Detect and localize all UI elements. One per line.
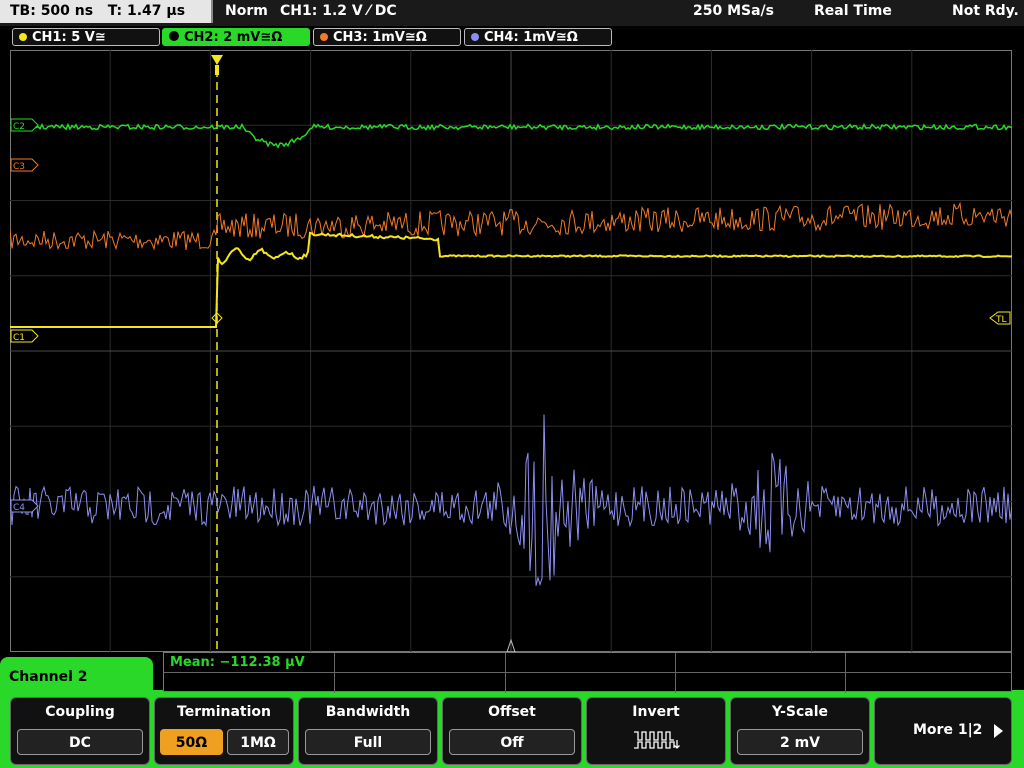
ch3-marker-label: C3 [13,162,25,172]
yscale-value-button[interactable]: 2 mV [737,729,863,755]
acquisition-mode[interactable]: Real Time [814,0,892,23]
status-bar: TB: 500 ns T: 1.47 µs Norm CH1: 1.2 V ⁄ … [0,0,1024,26]
channel-3-button[interactable]: CH3: 1mV≅Ω [313,28,461,46]
ch1-color-dot [19,33,27,41]
ch3-label: CH3: 1mV≅Ω [333,30,427,45]
acquisition-state: Not Rdy. [952,3,1019,19]
invert-softkey[interactable]: Invert [586,697,726,765]
invert-waveform-icon [634,731,680,749]
trigger-position-marker[interactable] [211,55,223,65]
ch1-label: CH1: 5 V≅ [32,30,106,45]
trigger-position-stem [215,65,219,75]
channel-2-button[interactable]: CH2: 2 mV≅Ω [162,28,310,46]
bandwidth-softkey[interactable]: Bandwidth Full [298,697,438,765]
channel-1-button[interactable]: CH1: 5 V≅ [12,28,160,46]
menu-title: Channel 2 [9,669,88,685]
ch2-color-dot [169,31,179,41]
yscale-softkey[interactable]: Y-Scale 2 mV [730,697,870,765]
ch1-ground-marker[interactable]: C1 [10,329,39,343]
meas-divider-4 [845,653,846,693]
ch1-marker-label: C1 [13,333,25,343]
coupling-title: Coupling [45,704,115,720]
ch2-ground-marker[interactable]: C2 [10,118,39,132]
termination-title: Termination [177,704,271,720]
trigger-level-marker[interactable]: TL [989,311,1011,325]
yscale-title: Y-Scale [771,704,828,720]
timebase-box[interactable]: TB: 500 ns T: 1.47 µs [0,0,213,23]
trigger-source[interactable]: CH1: 1.2 V ⁄ DC [280,0,397,23]
waveform-canvas: C2 C3 C1 C4 TL [10,50,1012,652]
ch3-color-dot [320,33,328,41]
ch4-label: CH4: 1mV≅Ω [484,30,578,45]
offset-value-button[interactable]: Off [449,729,575,755]
channel-4-button[interactable]: CH4: 1mV≅Ω [464,28,612,46]
more-softkey[interactable]: More 1|2 [874,697,1012,765]
graticule [10,50,1012,652]
trigger-mode[interactable]: Norm [225,0,268,23]
meas-divider-2 [505,653,506,693]
ch2-label: CH2: 2 mV≅Ω [184,30,283,45]
ch4-color-dot [471,33,479,41]
ch4-ground-marker[interactable]: C4 [10,499,39,513]
termination-1mohm-button[interactable]: 1MΩ [227,729,289,755]
measurement-mean: Mean: −112.38 µV [170,655,305,670]
invert-title: Invert [632,704,680,720]
termination-50ohm-button[interactable]: 50Ω [160,729,223,755]
ch2-marker-label: C2 [13,122,25,132]
ch4-marker-label: C4 [13,503,25,513]
meas-divider-h [164,672,1011,673]
coupling-value-button[interactable]: DC [17,729,143,755]
meas-divider-1 [334,653,335,693]
channel-bar: CH1: 5 V≅ CH2: 2 mV≅Ω CH3: 1mV≅Ω CH4: 1m… [0,26,1024,48]
trigger-level-label: TL [995,315,1007,325]
offset-softkey[interactable]: Offset Off [442,697,582,765]
meas-divider-3 [675,653,676,693]
timebase-value: TB: 500 ns [10,3,94,19]
trigger-time-value: T: 1.47 µs [107,3,186,19]
more-label: More 1|2 [913,722,983,738]
bandwidth-title: Bandwidth [325,704,411,720]
coupling-softkey[interactable]: Coupling DC [10,697,150,765]
offset-title: Offset [488,704,536,720]
ch3-ground-marker[interactable]: C3 [10,158,39,172]
termination-softkey[interactable]: Termination 50Ω 1MΩ [154,697,294,765]
measurement-panel[interactable]: Mean: −112.38 µV [163,652,1012,693]
next-page-icon [994,724,1003,738]
bandwidth-value-button[interactable]: Full [305,729,431,755]
sample-rate: 250 MSa/s [693,3,775,19]
